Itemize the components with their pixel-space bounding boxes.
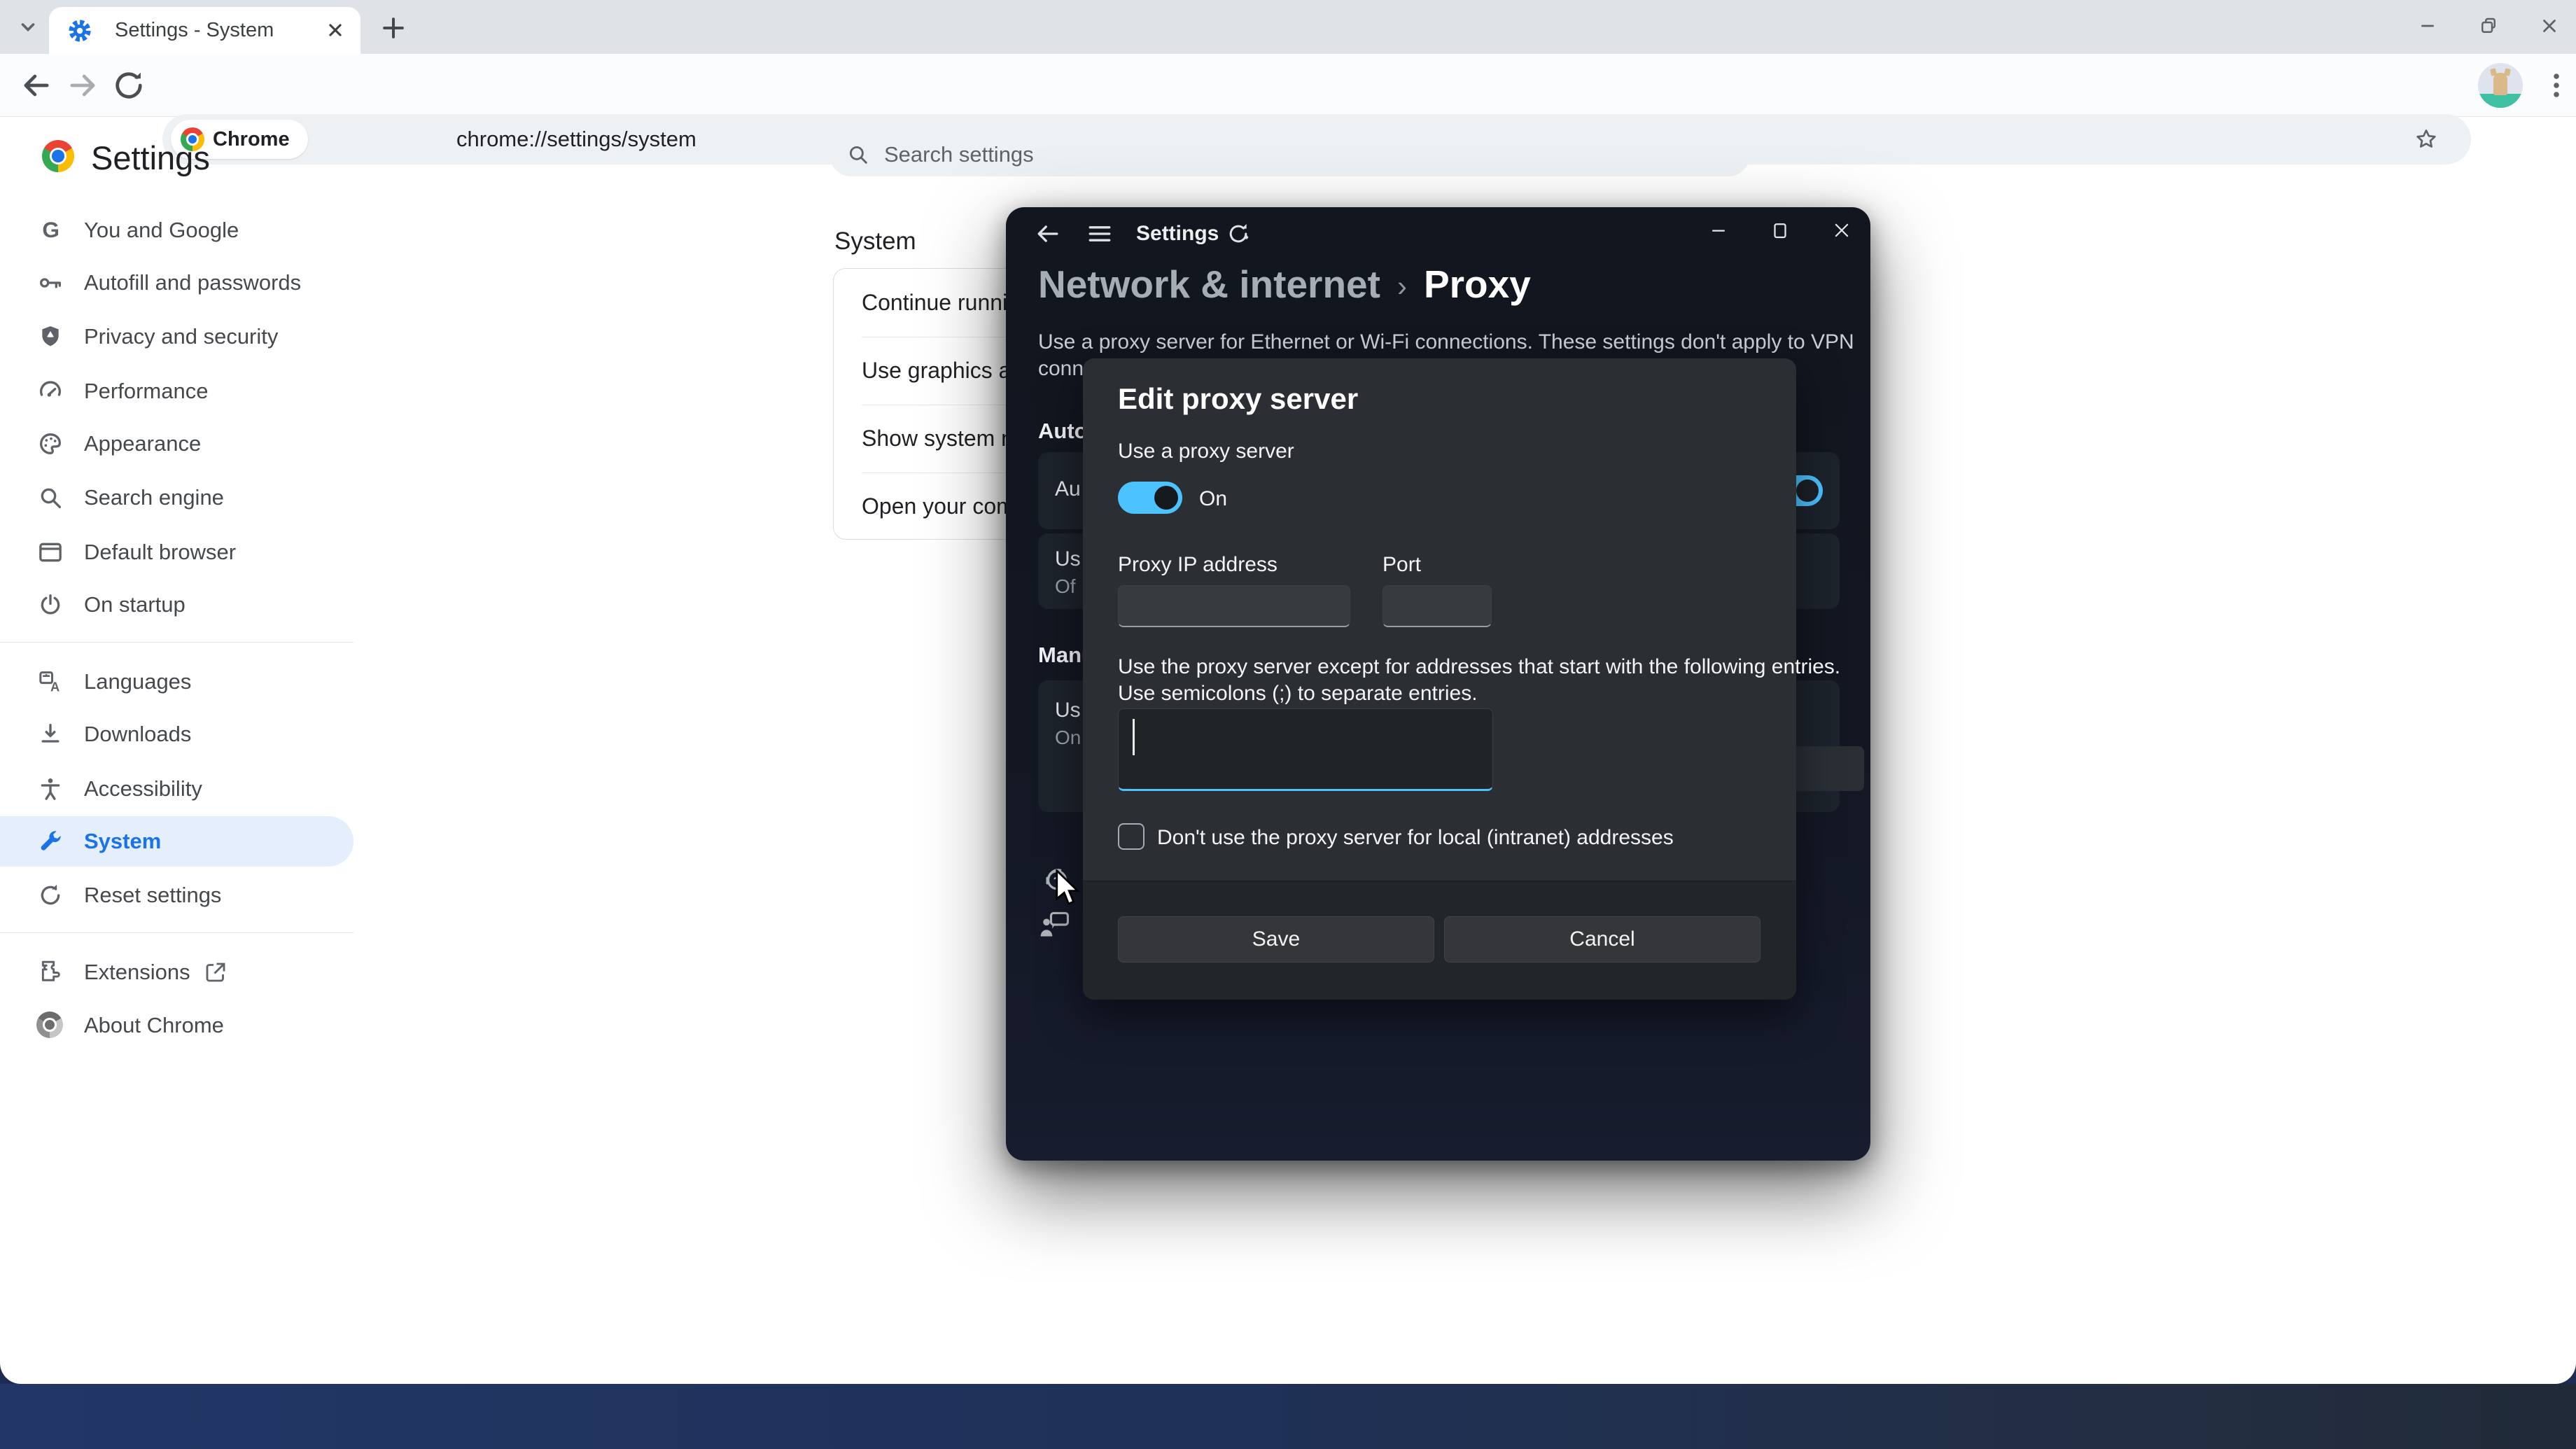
accessibility-person-icon: [36, 775, 64, 803]
sidebar-item-system[interactable]: System: [0, 816, 354, 867]
sidebar-item-default-browser[interactable]: Default browser: [0, 527, 354, 578]
external-link-icon: [203, 960, 228, 985]
chrome-settings-logo-icon: [42, 140, 74, 172]
dialog-title: Edit proxy server: [1118, 382, 1358, 416]
tab-close-icon[interactable]: [323, 18, 347, 42]
chrome-mini-logo-icon: [36, 1011, 64, 1040]
google-g-icon: G: [36, 216, 64, 244]
wrench-icon: [36, 827, 64, 855]
search-settings-input[interactable]: Search settings: [830, 133, 1750, 176]
feedback-icon[interactable]: [1038, 910, 1072, 939]
sidebar-item-search-engine[interactable]: Search engine: [0, 472, 354, 523]
sidebar-divider: [0, 932, 354, 933]
breadcrumb: Network & internet › Proxy: [1038, 262, 1531, 307]
toggle-knob: [1154, 486, 1178, 510]
tab-strip: Settings - System: [0, 0, 2576, 54]
breadcrumb-separator-icon: ›: [1397, 265, 1407, 303]
settings-window-title: Settings: [1136, 207, 1219, 260]
mouse-cursor: [1054, 869, 1086, 909]
toggle-state-label: On: [1199, 487, 1227, 511]
download-icon: [36, 720, 64, 748]
sidebar-item-you-and-google[interactable]: G You and Google: [0, 205, 354, 255]
dialog-footer: Save Cancel: [1083, 881, 1796, 1000]
chrome-settings-title: Settings: [91, 139, 210, 177]
translate-icon: A: [36, 668, 64, 696]
url-chip-label: Chrome: [213, 128, 290, 151]
use-proxy-server-label: Use a proxy server: [1118, 440, 1294, 463]
proxy-description-line2: conn: [1038, 357, 1084, 381]
sidebar-item-about-chrome[interactable]: About Chrome: [0, 1000, 354, 1051]
search-icon: [846, 143, 870, 167]
sidebar-item-on-startup[interactable]: On startup: [0, 580, 354, 630]
exception-instructions-line2: Use semicolons (;) to separate entries.: [1118, 682, 1478, 706]
key-icon: [36, 269, 64, 297]
power-icon: [36, 591, 64, 619]
shield-icon: [36, 323, 64, 351]
settings-gear-favicon-icon: [67, 18, 92, 43]
cancel-button[interactable]: Cancel: [1444, 916, 1760, 962]
use-proxy-toggle[interactable]: [1118, 482, 1182, 514]
svg-text:A: A: [50, 679, 59, 694]
forward-icon[interactable]: [64, 67, 101, 104]
bookmark-star-icon[interactable]: [2414, 127, 2439, 152]
magnifier-icon: [36, 484, 64, 512]
sidebar-item-downloads[interactable]: Downloads: [0, 709, 354, 760]
breadcrumb-current: Proxy: [1424, 262, 1531, 307]
reset-arrow-icon: [36, 881, 64, 909]
browser-window-icon: [36, 538, 64, 566]
sidebar-item-autofill[interactable]: Autofill and passwords: [0, 258, 354, 308]
refresh-icon[interactable]: [1224, 220, 1252, 248]
text-caret: [1133, 719, 1135, 755]
port-input[interactable]: [1382, 585, 1492, 627]
sidebar-item-privacy[interactable]: Privacy and security: [0, 312, 354, 362]
sidebar-item-accessibility[interactable]: Accessibility: [0, 764, 354, 814]
save-button[interactable]: Save: [1118, 916, 1434, 962]
palette-icon: [36, 430, 64, 458]
new-tab-button[interactable]: [378, 13, 409, 43]
exception-list-textarea[interactable]: [1118, 708, 1493, 791]
reload-icon[interactable]: [111, 67, 147, 104]
settings-close-button[interactable]: [1821, 213, 1862, 248]
proxy-description-line1: Use a proxy server for Ethernet or Wi-Fi…: [1038, 330, 1854, 354]
browser-tab[interactable]: Settings - System: [49, 7, 360, 54]
edit-proxy-server-dialog: Edit proxy server Use a proxy server On …: [1083, 358, 1796, 1000]
settings-maximize-button[interactable]: [1760, 213, 1800, 248]
desktop: Settings - System: [0, 0, 2576, 1449]
speedometer-icon: [36, 377, 64, 405]
puzzle-icon: [36, 958, 64, 986]
automatic-proxy-section-heading: Auto: [1038, 419, 1088, 444]
chrome-restore-button[interactable]: [2468, 8, 2510, 43]
svg-text:G: G: [42, 217, 59, 242]
tab-title: Settings - System: [115, 7, 311, 54]
chrome-minimize-button[interactable]: [2407, 8, 2449, 43]
url-text[interactable]: chrome://settings/system: [456, 114, 696, 164]
windows-settings-window: Settings Network & internet › Proxy Use …: [1006, 207, 1870, 1161]
proxy-ip-label: Proxy IP address: [1118, 553, 1278, 577]
exception-instructions-line1: Use the proxy server except for addresse…: [1118, 655, 1840, 679]
settings-minimize-button[interactable]: [1698, 213, 1739, 248]
sidebar-item-languages[interactable]: A Languages: [0, 657, 354, 707]
settings-back-icon[interactable]: [1032, 218, 1063, 249]
toggle-knob: [1796, 479, 1819, 502]
local-addresses-checkbox[interactable]: [1118, 823, 1144, 850]
back-icon[interactable]: [18, 67, 55, 104]
proxy-ip-input[interactable]: [1118, 585, 1350, 627]
browser-toolbar: Chrome chrome://settings/system: [0, 54, 2576, 117]
page-heading: System: [834, 227, 916, 255]
search-placeholder: Search settings: [884, 133, 1034, 176]
sidebar-item-reset-settings[interactable]: Reset settings: [0, 870, 354, 920]
taskbar: ENG US 5:18 am 16 Oct 2025 zz: [0, 1384, 2576, 1449]
sidebar-item-extensions[interactable]: Extensions: [0, 947, 354, 997]
sidebar-divider: [0, 642, 354, 643]
sidebar-item-appearance[interactable]: Appearance: [0, 419, 354, 469]
sidebar-item-performance[interactable]: Performance: [0, 366, 354, 416]
settings-menu-hamburger-icon[interactable]: [1084, 218, 1115, 249]
browser-menu-kebab-icon[interactable]: [2540, 69, 2573, 102]
chrome-close-button[interactable]: [2528, 8, 2570, 43]
breadcrumb-parent[interactable]: Network & internet: [1038, 262, 1380, 307]
port-label: Port: [1382, 553, 1421, 577]
tab-search-chevron-icon[interactable]: [15, 14, 41, 39]
profile-avatar[interactable]: [2478, 63, 2523, 108]
local-addresses-checkbox-label: Don't use the proxy server for local (in…: [1157, 826, 1674, 850]
